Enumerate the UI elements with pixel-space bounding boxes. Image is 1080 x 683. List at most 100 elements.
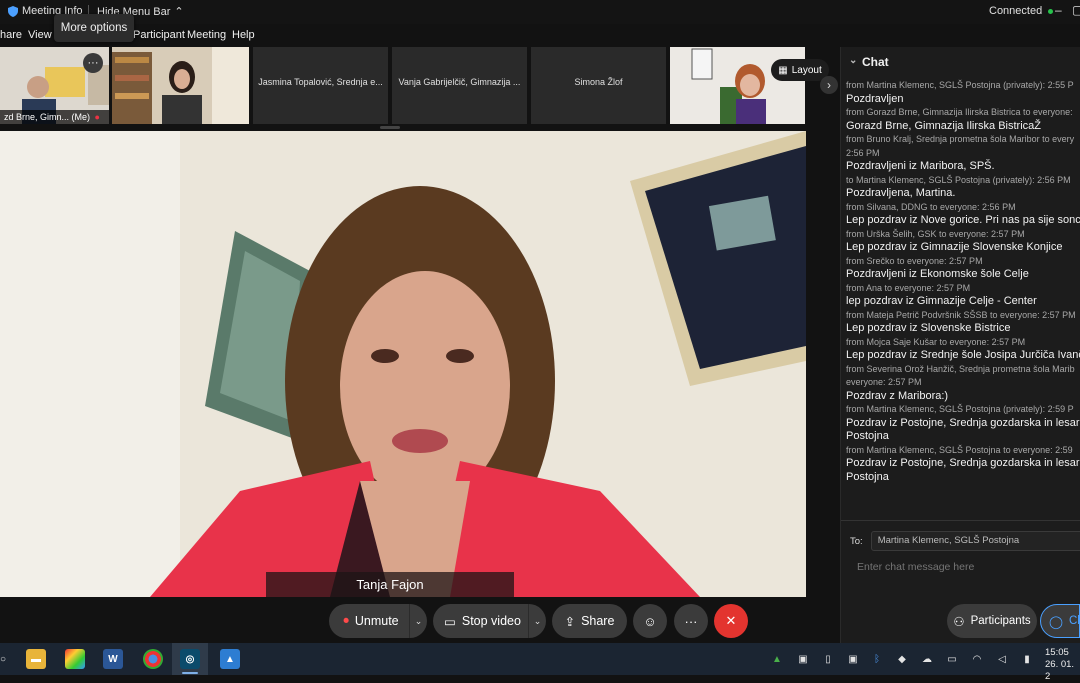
end-meeting-button[interactable]: ✕ (714, 604, 748, 638)
message-meta: from Gorazd Brne, Gimnazija Ilirska Bist… (846, 107, 1073, 117)
unmute-label: Unmute (354, 614, 399, 628)
chat-button-label: Ch (1069, 615, 1080, 627)
audio-options-caret[interactable]: ⌄ (409, 604, 427, 638)
active-indicator (182, 672, 198, 674)
cloud-icon[interactable]: ☁ (920, 652, 934, 666)
person-icon: ⚇ (953, 614, 965, 629)
message-text: Pozdravljeni iz Ekonomske šole Celje (846, 268, 1029, 280)
security-icon[interactable]: ▣ (846, 652, 860, 666)
message-text: Lep pozdrav iz Gimnazije Slovenske Konji… (846, 241, 1063, 253)
recipient-row: To: Martina Klemenc, SGLŠ Postojna (850, 531, 1080, 551)
chat-message-input[interactable] (851, 557, 1079, 577)
message-text: Lep pozdrav iz Srednje šole Josipa Jurči… (846, 349, 1080, 361)
message-text: lep pozdrav iz Gimnazije Celje - Center (846, 295, 1037, 307)
chevron-down-icon[interactable]: ⌄ (849, 55, 857, 66)
speaker-video-image (0, 131, 806, 597)
next-page-button[interactable]: › (820, 76, 838, 94)
menu-help[interactable]: Help (232, 29, 255, 41)
message-meta: 2:56 PM (846, 147, 880, 158)
message-meta: from Mojca Saje Kušar to everyone: 2:57 … (846, 336, 1026, 347)
message-text: Pozdrav z Maribora:) (846, 389, 949, 402)
message-meta: from Silvana, DDNG to everyone: 2:56 PM (846, 201, 1016, 212)
wifi-icon[interactable]: ◠ (970, 652, 984, 666)
word-icon[interactable]: W (103, 649, 123, 669)
menu-participant[interactable]: Participant (133, 29, 185, 41)
google-drive-icon[interactable]: ▲ (770, 652, 784, 666)
maximize-icon[interactable]: ▢ (1072, 3, 1080, 17)
chevron-up-icon: ⌃ (174, 6, 184, 18)
video-camera-icon: ▭ (444, 614, 456, 629)
photos-app-icon[interactable] (65, 649, 85, 669)
message-text: Pozdravljen (846, 92, 904, 105)
volume-icon[interactable]: ◁ (995, 652, 1009, 666)
message-meta: from Martina Klemenc, SGLŠ Postojna (pri… (846, 80, 1074, 90)
chrome-icon[interactable] (143, 649, 163, 669)
webex-meeting-window: Meeting Info Hide Menu Bar ⌃ Connected –… (0, 0, 1080, 643)
message-meta: from Mateja Petrič Podvršnik SŠSB to eve… (846, 309, 1076, 320)
message-text: Lep pozdrav iz Slovenske Bistrice (846, 322, 1011, 334)
participant-video-image (112, 47, 249, 124)
recipient-select[interactable]: Martina Klemenc, SGLŠ Postojna (870, 531, 1080, 551)
layout-button[interactable]: ▦ Layout (771, 59, 829, 81)
shield-tray-icon[interactable]: ◆ (895, 652, 909, 666)
clock-date: 26. 01. 2 (1045, 659, 1075, 682)
battery-icon[interactable]: ▭ (945, 652, 959, 666)
clock-time: 15:05 (1045, 647, 1069, 658)
message-text: Postojna (846, 470, 889, 483)
message-meta: from Martina Klemenc, SGLŠ Postojna (pri… (846, 404, 1074, 414)
ellipsis-icon: ··· (684, 613, 698, 629)
image-viewer-icon[interactable]: ▲ (220, 649, 240, 669)
more-options-button[interactable]: ··· (83, 53, 103, 73)
reactions-button[interactable]: ☺ (633, 604, 667, 638)
message-text: Lep pozdrav iz Nove gorice. Pri nas pa s… (846, 214, 1080, 226)
chat-button[interactable]: ◯ Ch (1040, 604, 1080, 638)
participant-thumbnail-4[interactable]: Vanja Gabrijelčič, Gimnazija ... (392, 47, 527, 124)
stop-video-button[interactable]: ▭ Stop video ⌄ (433, 604, 546, 638)
message-text: Pozdravljeni iz Maribora, SPŠ. (846, 160, 995, 172)
resize-handle[interactable] (380, 126, 400, 129)
webex-taskbar-active[interactable]: ◎ (172, 643, 208, 675)
message-meta: everyone: 2:57 PM (846, 377, 922, 387)
system-clock[interactable]: 15:05 26. 01. 2 (1045, 647, 1080, 683)
title-bar: Meeting Info Hide Menu Bar ⌃ Connected –… (0, 0, 1080, 24)
speaker-name-label: Tanja Fajon (266, 572, 514, 597)
share-label: Share (581, 614, 615, 628)
message-text: Pozdrav iz Postojne, Srednja gozdarska i… (846, 457, 1080, 469)
participant-name: Simona Žlof (574, 77, 623, 87)
minimize-icon[interactable]: – (1055, 3, 1062, 17)
menu-view[interactable]: View (28, 29, 52, 41)
chat-title: Chat (862, 55, 889, 69)
video-options-caret[interactable]: ⌄ (528, 604, 546, 638)
chevron-right-icon: › (827, 78, 831, 92)
microphone-icon[interactable]: ▮ (1020, 652, 1034, 666)
webex-icon: ◎ (180, 649, 200, 669)
share-button[interactable]: ⇪ Share (552, 604, 627, 638)
participant-thumbnail-5[interactable]: Simona Žlof (531, 47, 666, 124)
mic-muted-icon: ⏺ (343, 614, 349, 627)
participant-thumbnail-3[interactable]: Jasmina Topalović, Srednja e... (253, 47, 388, 124)
self-name-label: zd Brne, Gimn... (Me) ● (0, 110, 109, 124)
participant-thumbnail-2[interactable] (112, 47, 249, 124)
menu-meeting[interactable]: Meeting (187, 29, 226, 41)
smiley-icon: ☺ (643, 613, 657, 629)
menu-share[interactable]: hare (0, 29, 22, 41)
message-meta: from Ana to everyone: 2:57 PM (846, 282, 971, 293)
chat-header[interactable]: ⌄ Chat (841, 47, 1080, 77)
unmute-button[interactable]: ⏺ Unmute ⌄ (329, 604, 427, 638)
search-icon[interactable]: ○ (0, 652, 10, 666)
self-name-text: zd Brne, Gimn... (Me) (4, 112, 91, 122)
active-speaker-video (0, 131, 806, 597)
shield-icon (8, 5, 18, 17)
file-explorer-icon[interactable]: ▬ (26, 649, 46, 669)
chat-panel: ⌄ Chat from Martina Klemenc, SGLŠ Postoj… (840, 47, 1080, 643)
message-meta: from Srečko to everyone: 2:57 PM (846, 255, 983, 266)
participant-thumbnail-self[interactable]: ··· zd Brne, Gimn... (Me) ● (0, 47, 109, 124)
participants-button[interactable]: ⚇ Participants (947, 604, 1037, 638)
more-options-button-bottom[interactable]: ··· (674, 604, 708, 638)
webex-tray-icon[interactable]: ▣ (796, 652, 810, 666)
close-icon: ✕ (725, 613, 737, 628)
bluetooth-icon[interactable]: ᛒ (870, 652, 884, 666)
usb-icon[interactable]: ▯ (821, 652, 835, 666)
message-text: Gorazd Brne, Gimnazija Ilirska BistricaŽ (846, 119, 1041, 132)
menu-bar: hare View Participant Meeting Help (0, 25, 1080, 45)
